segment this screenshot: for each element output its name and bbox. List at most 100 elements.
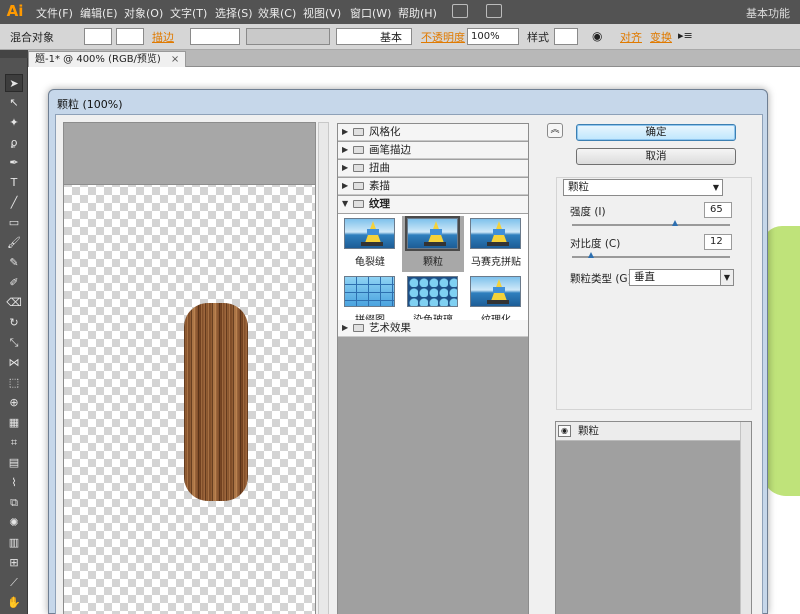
- dialog-body: ▶ 风格化 ▶ 画笔描边 ▶ 扭曲 ▶ 素描 ▼ 纹理 龟裂缝 颗粒 马赛克拼贴…: [55, 114, 763, 614]
- hand-tool-icon[interactable]: ✋: [5, 594, 23, 612]
- filter-select[interactable]: 颗粒 ▼: [563, 179, 723, 196]
- workspace-switcher[interactable]: 基本功能: [746, 5, 790, 21]
- eye-icon[interactable]: ◉: [558, 425, 571, 437]
- menu-view[interactable]: 视图(V): [303, 5, 341, 21]
- contrast-slider-thumb[interactable]: [587, 252, 594, 258]
- category-artistic[interactable]: ▶ 艺术效果: [338, 320, 528, 337]
- menu-type[interactable]: 文字(T): [170, 5, 207, 21]
- contrast-input[interactable]: 12: [704, 234, 732, 250]
- folder-icon: [353, 146, 364, 154]
- filter-craquelure[interactable]: 龟裂缝: [339, 216, 401, 272]
- bridge-icon[interactable]: [452, 4, 468, 18]
- slice-tool-icon[interactable]: ⟋: [5, 574, 23, 592]
- recolor-icon[interactable]: ◉: [592, 29, 602, 43]
- category-brush-strokes[interactable]: ▶ 画笔描边: [338, 142, 528, 159]
- direct-selection-tool-icon[interactable]: ↖: [5, 94, 23, 112]
- paintbrush-tool-icon[interactable]: 🖌: [5, 234, 23, 252]
- selection-tool-icon[interactable]: ➤: [5, 74, 23, 92]
- grain-type-label: 颗粒类型 (G):: [570, 273, 636, 285]
- tools-grip[interactable]: [0, 50, 28, 58]
- shape-builder-tool-icon[interactable]: ⊕: [5, 394, 23, 412]
- gradient-tool-icon[interactable]: ▤: [5, 454, 23, 472]
- style-label: 样式: [527, 31, 549, 44]
- cancel-button[interactable]: 取消: [576, 148, 736, 165]
- menu-object[interactable]: 对象(O): [124, 5, 163, 21]
- lasso-tool-icon[interactable]: ϼ: [5, 134, 23, 152]
- rectangle-tool-icon[interactable]: ▭: [5, 214, 23, 232]
- stroke-weight-field[interactable]: [190, 28, 240, 45]
- layers-scrollbar[interactable]: [740, 422, 751, 614]
- menu-effect[interactable]: 效果(C): [258, 5, 296, 21]
- grain-type-select[interactable]: 垂直 ▼: [629, 269, 734, 286]
- stroke-color-swatch[interactable]: [116, 28, 144, 45]
- stroke-label[interactable]: 描边: [152, 29, 174, 45]
- ok-button[interactable]: 确定: [576, 124, 736, 141]
- menu-file[interactable]: 文件(F): [36, 5, 73, 21]
- document-tab-bar: 题-1* @ 400% (RGB/预览) ×: [28, 50, 800, 67]
- effect-layer-row[interactable]: ◉ 颗粒: [556, 422, 740, 441]
- category-label: 风格化: [369, 126, 401, 138]
- scale-tool-icon[interactable]: ⤡: [5, 334, 23, 352]
- column-graph-tool-icon[interactable]: ▥: [5, 534, 23, 552]
- intensity-input[interactable]: 65: [704, 202, 732, 218]
- graphic-style-picker[interactable]: [554, 28, 578, 45]
- menu-select[interactable]: 选择(S): [215, 5, 253, 21]
- artboard-tool-icon[interactable]: ⊞: [5, 554, 23, 572]
- blend-tool-icon[interactable]: ⧉: [5, 494, 23, 512]
- intensity-label: 强度 (I): [570, 206, 606, 218]
- mesh-tool-icon[interactable]: ⌗: [5, 434, 23, 452]
- eraser-tool-icon[interactable]: ⌫: [5, 294, 23, 312]
- collapse-gallery-button[interactable]: ︽: [547, 123, 563, 138]
- opacity-label[interactable]: 不透明度: [421, 29, 465, 45]
- category-stylize[interactable]: ▶ 风格化: [338, 124, 528, 141]
- filter-label: 龟裂缝: [355, 257, 385, 268]
- transform-label[interactable]: 变换: [650, 29, 672, 45]
- document-tab[interactable]: 题-1* @ 400% (RGB/预览) ×: [28, 51, 187, 67]
- magic-wand-tool-icon[interactable]: ✦: [5, 114, 23, 132]
- menu-window[interactable]: 窗口(W): [350, 5, 391, 21]
- width-tool-icon[interactable]: ⋈: [5, 354, 23, 372]
- filter-select-value: 颗粒: [568, 181, 589, 193]
- category-distort[interactable]: ▶ 扭曲: [338, 160, 528, 177]
- eyedropper-tool-icon[interactable]: ⌇: [5, 474, 23, 492]
- folder-icon: [353, 182, 364, 190]
- dialog-title: 颗粒 (100%): [57, 98, 123, 111]
- category-label: 扭曲: [369, 162, 390, 174]
- align-label[interactable]: 对齐: [620, 29, 642, 45]
- fill-color-swatch[interactable]: [84, 28, 112, 45]
- category-sketch[interactable]: ▶ 素描: [338, 178, 528, 195]
- intensity-slider-thumb[interactable]: [671, 220, 678, 226]
- close-tab-icon[interactable]: ×: [171, 54, 179, 65]
- texture-thumbnails: 龟裂缝 颗粒 马赛克拼贴 拼缀图 染色玻璃: [338, 214, 528, 333]
- open-folder-icon: [353, 200, 364, 208]
- filter-mosaic-tiles[interactable]: 马赛克拼贴: [465, 216, 527, 272]
- blob-brush-tool-icon[interactable]: ✐: [5, 274, 23, 292]
- contrast-slider[interactable]: [572, 256, 730, 258]
- collapse-icon: ︽: [550, 125, 560, 135]
- perspective-grid-tool-icon[interactable]: ▦: [5, 414, 23, 432]
- document-tab-title: 题-1* @ 400% (RGB/预览): [35, 54, 161, 65]
- variable-width-profile[interactable]: [246, 28, 330, 45]
- filter-thumbnail: [470, 218, 521, 249]
- category-texture[interactable]: ▼ 纹理: [338, 196, 528, 213]
- intensity-slider[interactable]: [572, 224, 730, 226]
- menu-bar: Ai 文件(F) 编辑(E) 对象(O) 文字(T) 选择(S) 效果(C) 视…: [0, 0, 800, 24]
- panel-menu-icon[interactable]: ▸≡: [678, 29, 693, 42]
- menu-edit[interactable]: 编辑(E): [80, 5, 118, 21]
- expand-arrow-icon: ▶: [342, 145, 349, 154]
- filter-label: 马赛克拼贴: [471, 257, 521, 268]
- free-transform-tool-icon[interactable]: ⬚: [5, 374, 23, 392]
- effect-preview[interactable]: [63, 122, 316, 614]
- pen-tool-icon[interactable]: ✒: [5, 154, 23, 172]
- preview-gray-area: [64, 123, 315, 185]
- pencil-tool-icon[interactable]: ✎: [5, 254, 23, 272]
- rotate-tool-icon[interactable]: ↻: [5, 314, 23, 332]
- opacity-field[interactable]: 100%: [467, 28, 519, 45]
- line-tool-icon[interactable]: ╱: [5, 194, 23, 212]
- filter-grain[interactable]: 颗粒: [402, 216, 464, 272]
- arrange-documents-icon[interactable]: [486, 4, 502, 18]
- symbol-sprayer-tool-icon[interactable]: ✺: [5, 514, 23, 532]
- type-tool-icon[interactable]: T: [5, 174, 23, 192]
- menu-help[interactable]: 帮助(H): [398, 5, 437, 21]
- preview-scrollbar[interactable]: [318, 122, 329, 614]
